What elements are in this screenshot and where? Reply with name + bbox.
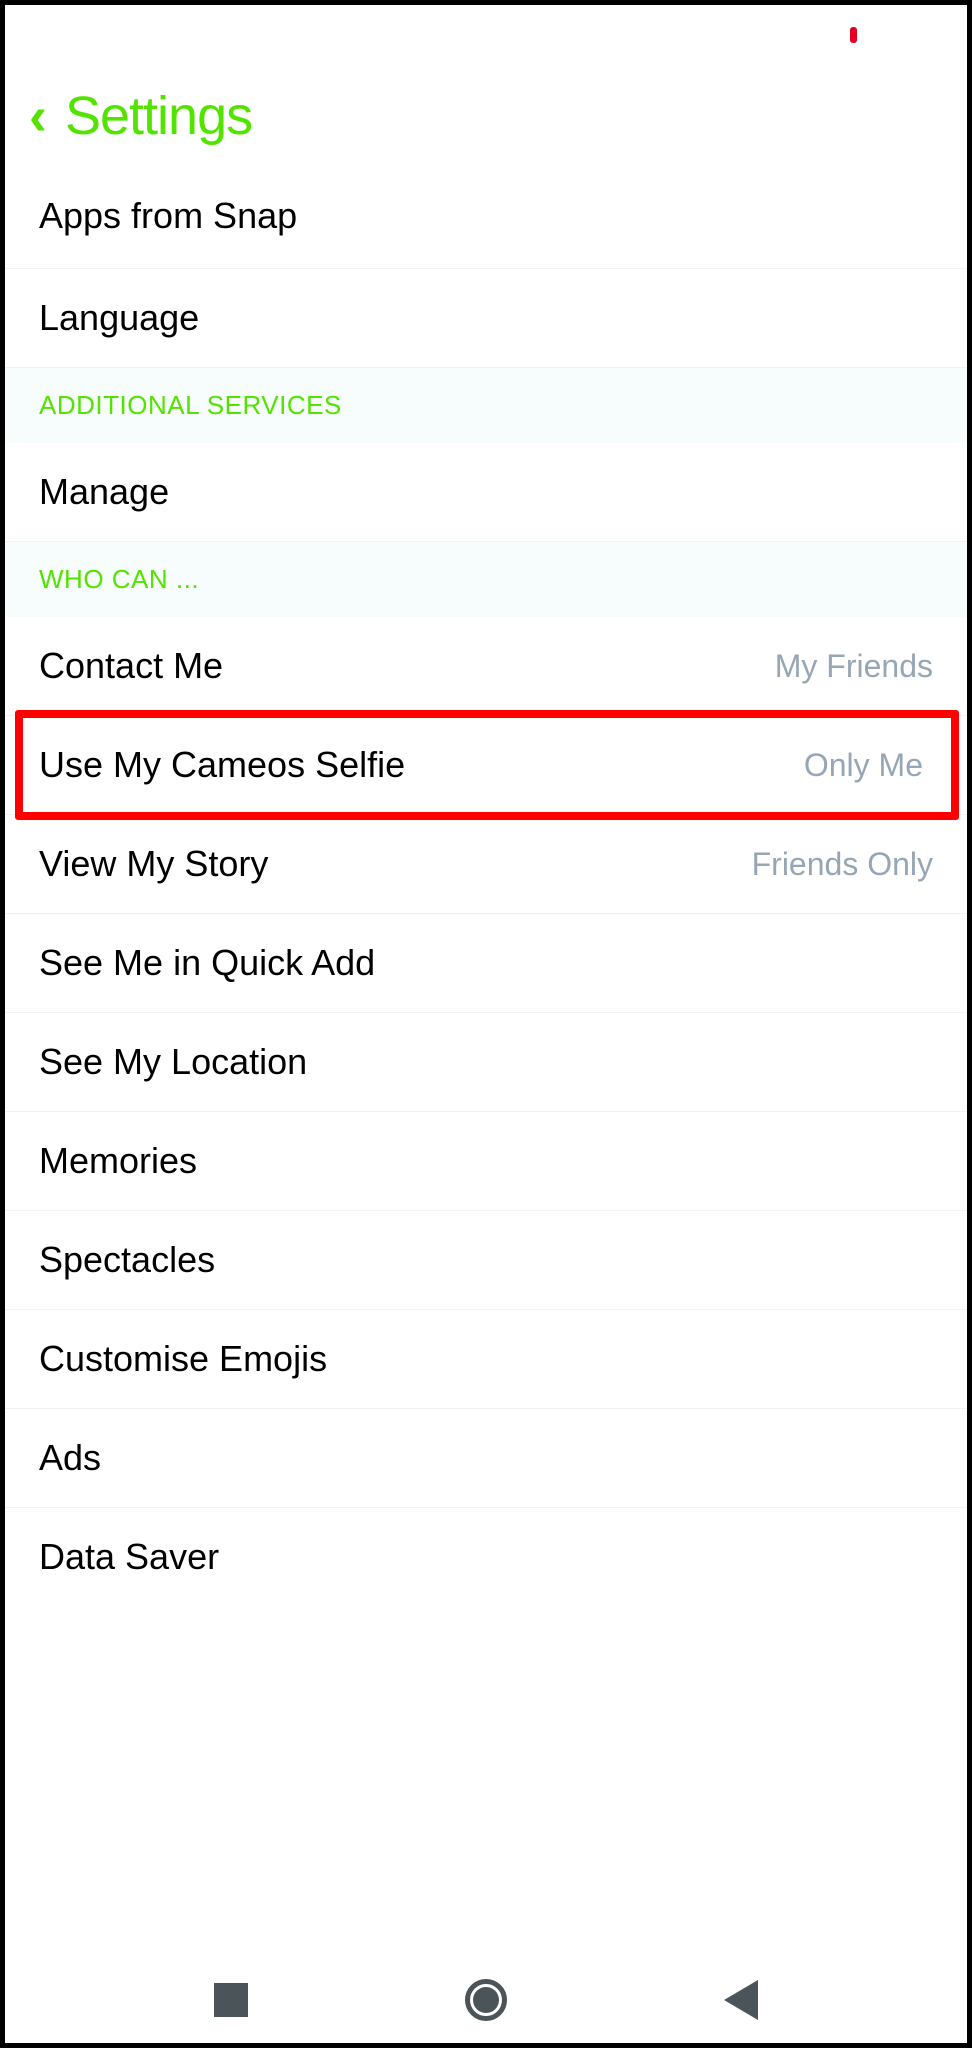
setting-label: See My Location (39, 1041, 307, 1083)
page-title: Settings (65, 85, 252, 147)
setting-memories[interactable]: Memories (5, 1112, 967, 1211)
setting-label: Language (39, 297, 199, 339)
battery-low-icon (850, 27, 857, 43)
setting-label: Contact Me (39, 645, 223, 687)
setting-manage[interactable]: Manage (5, 443, 967, 542)
settings-header: ‹ Settings (5, 65, 967, 177)
setting-data-saver[interactable]: Data Saver (5, 1508, 967, 1606)
setting-see-me-in-quick-add[interactable]: See Me in Quick Add (5, 914, 967, 1013)
recent-apps-icon[interactable] (214, 1983, 248, 2017)
setting-value: My Friends (775, 648, 933, 685)
setting-apps-from-snap[interactable]: Apps from Snap (5, 177, 967, 269)
android-nav-bar (5, 1957, 967, 2043)
setting-label: Spectacles (39, 1239, 215, 1281)
setting-label: See Me in Quick Add (39, 942, 375, 984)
setting-label: Use My Cameos Selfie (39, 744, 405, 786)
setting-value: Friends Only (752, 846, 933, 883)
section-header-label: ADDITIONAL SERVICES (39, 390, 342, 420)
setting-ads[interactable]: Ads (5, 1409, 967, 1508)
home-icon[interactable] (465, 1979, 507, 2021)
setting-see-my-location[interactable]: See My Location (5, 1013, 967, 1112)
section-header-label: WHO CAN ... (39, 564, 199, 594)
setting-value: Only Me (804, 747, 923, 784)
setting-contact-me[interactable]: Contact Me My Friends (5, 617, 967, 716)
setting-language[interactable]: Language (5, 269, 967, 368)
setting-label: Apps from Snap (39, 195, 297, 237)
setting-label: Memories (39, 1140, 197, 1182)
setting-view-my-story[interactable]: View My Story Friends Only (5, 815, 967, 914)
setting-customise-emojis[interactable]: Customise Emojis (5, 1310, 967, 1409)
status-bar (5, 5, 967, 65)
setting-label: Customise Emojis (39, 1338, 327, 1380)
setting-label: Data Saver (39, 1536, 219, 1578)
setting-spectacles[interactable]: Spectacles (5, 1211, 967, 1310)
setting-label: Manage (39, 471, 169, 513)
section-header-who-can: WHO CAN ... (5, 542, 967, 617)
section-header-additional-services: ADDITIONAL SERVICES (5, 368, 967, 443)
back-chevron-icon[interactable]: ‹ (29, 89, 47, 143)
settings-list: Apps from Snap Language ADDITIONAL SERVI… (5, 177, 967, 1606)
setting-use-my-cameos-selfie[interactable]: Use My Cameos Selfie Only Me (5, 716, 967, 815)
back-icon[interactable] (724, 1980, 758, 2020)
setting-label: Ads (39, 1437, 101, 1479)
setting-label: View My Story (39, 843, 268, 885)
